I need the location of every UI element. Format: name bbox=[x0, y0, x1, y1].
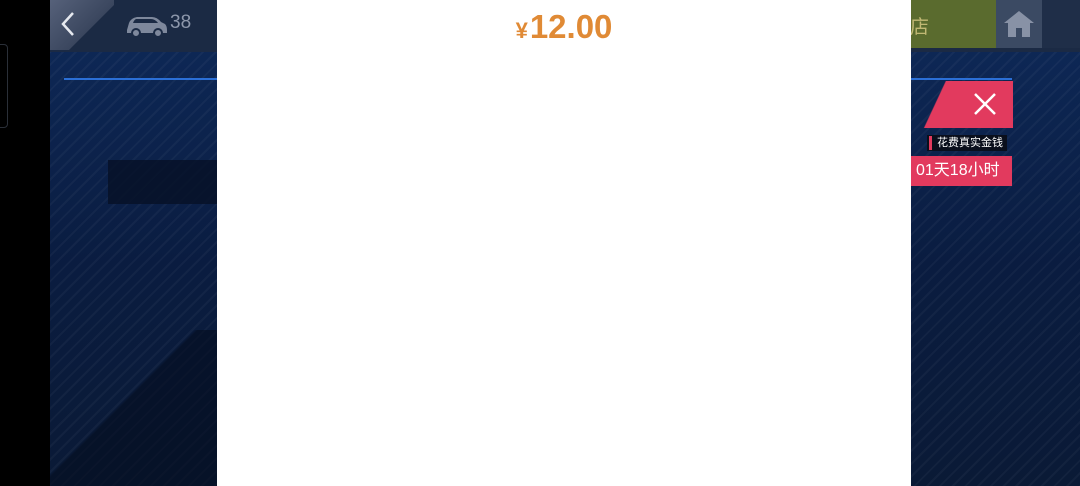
home-icon bbox=[1004, 11, 1034, 37]
payment-sheet: ¥12.00 bbox=[217, 0, 911, 486]
offer-timer: 01天18小时 bbox=[910, 156, 1012, 186]
side-handle[interactable] bbox=[0, 44, 8, 128]
close-button[interactable] bbox=[920, 81, 1013, 128]
payment-price: ¥12.00 bbox=[217, 8, 911, 46]
back-button[interactable] bbox=[50, 0, 114, 50]
screen: 38 店 花费真实金钱 01天18小时 ¥12.00 bbox=[0, 0, 1080, 486]
shop-button[interactable]: 店 bbox=[910, 0, 996, 48]
car-count: 38 bbox=[170, 12, 192, 33]
real-money-notice: 花费真实金钱 bbox=[927, 135, 1007, 151]
chevron-left-icon bbox=[61, 12, 74, 36]
notice-marker bbox=[929, 136, 932, 150]
background-panel bbox=[108, 160, 228, 204]
topbar-right-slot bbox=[1042, 0, 1080, 48]
left-bezel bbox=[0, 0, 50, 486]
home-button[interactable] bbox=[996, 0, 1042, 48]
shop-label: 店 bbox=[910, 16, 930, 38]
price-amount: 12.00 bbox=[529, 8, 613, 45]
real-money-notice-text: 花费真实金钱 bbox=[937, 136, 1003, 149]
car-icon bbox=[127, 17, 167, 38]
close-icon bbox=[974, 93, 996, 115]
currency-symbol: ¥ bbox=[515, 18, 528, 43]
